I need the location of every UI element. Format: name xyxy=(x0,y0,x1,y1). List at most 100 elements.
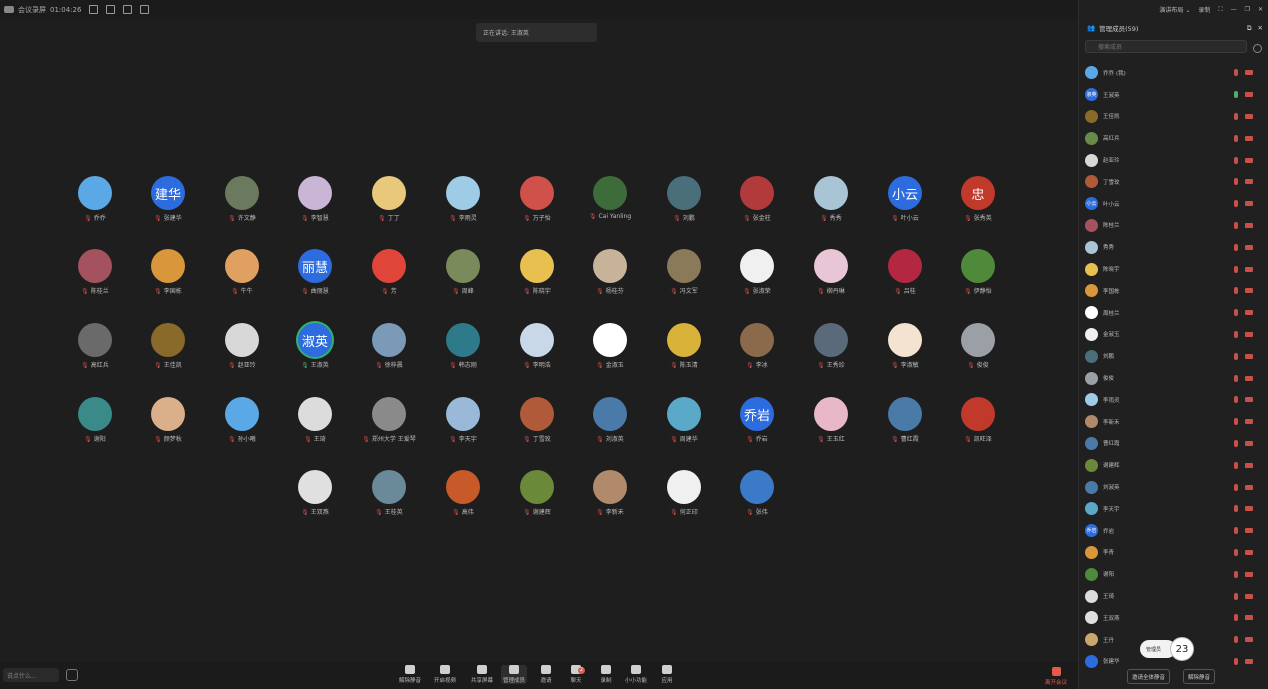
participant-tile[interactable]: 🎙 乔乔 xyxy=(65,176,125,222)
member-camera-icon[interactable] xyxy=(1245,288,1253,294)
member-mic-icon[interactable] xyxy=(1234,592,1238,600)
share-screen-button[interactable]: 共享屏幕 xyxy=(469,665,495,684)
participant-tile[interactable]: 🎙 牛牛 xyxy=(212,249,272,295)
expand-icon[interactable] xyxy=(106,5,116,14)
member-row[interactable]: 王佳凯 xyxy=(1079,106,1268,128)
member-row[interactable]: 李新禾 xyxy=(1079,411,1268,433)
member-row[interactable]: 淑英 王淑英 xyxy=(1079,84,1268,106)
record-button[interactable]: 录制 xyxy=(593,665,619,684)
member-row[interactable]: 刘淑英 xyxy=(1079,476,1268,498)
member-row[interactable]: 李雨灵 xyxy=(1079,389,1268,411)
member-mic-icon[interactable] xyxy=(1234,374,1238,382)
participant-tile[interactable]: 🎙 孙小曦 xyxy=(212,397,272,443)
participant-tile[interactable]: 🎙 韩志刚 xyxy=(433,323,493,369)
chat-button[interactable]: 聊天 2 xyxy=(563,665,589,684)
member-camera-icon[interactable] xyxy=(1245,506,1253,512)
member-row[interactable]: 乔岩 乔岩 xyxy=(1079,520,1268,542)
member-mic-icon[interactable] xyxy=(1234,265,1238,273)
member-row[interactable]: 陈桂兰 xyxy=(1079,215,1268,237)
member-camera-icon[interactable] xyxy=(1245,331,1253,337)
more-button[interactable]: 应用 xyxy=(654,665,680,684)
participant-tile[interactable]: 🎙 谢阳 xyxy=(65,397,125,443)
close-icon[interactable]: ✕ xyxy=(1258,6,1263,13)
signal-icon[interactable] xyxy=(89,5,99,14)
participant-tile[interactable]: 忠 🎙 张秀英 xyxy=(948,176,1008,222)
member-row[interactable]: 刘鹏 xyxy=(1079,345,1268,367)
member-mic-icon[interactable] xyxy=(1234,657,1238,665)
member-row[interactable]: 谢建辉 xyxy=(1079,454,1268,476)
member-row[interactable]: 金淑玉 xyxy=(1079,324,1268,346)
participant-tile[interactable]: 🎙 秀秀 xyxy=(801,176,861,222)
count-badge[interactable]: 23 xyxy=(1170,637,1194,661)
participant-tile[interactable]: 🎙 许文静 xyxy=(212,176,272,222)
participant-tile[interactable]: 🎙 刘鹏 xyxy=(654,176,714,222)
member-camera-icon[interactable] xyxy=(1245,266,1253,272)
participant-tile[interactable]: 🎙 高伟 xyxy=(433,470,493,516)
participant-tile[interactable]: 🎙 周建华 xyxy=(654,397,714,443)
member-row[interactable]: 曹红霞 xyxy=(1079,433,1268,455)
layout-toggle[interactable]: 演讲布局 ⌄ xyxy=(1159,5,1190,14)
member-mic-icon[interactable] xyxy=(1234,461,1238,469)
participant-tile[interactable]: 🎙 李冰 xyxy=(727,323,787,369)
restore-icon[interactable]: ❐ xyxy=(1245,6,1250,13)
participant-tile[interactable]: 淑英 🎙 王淑英 xyxy=(285,323,345,369)
member-camera-icon[interactable] xyxy=(1245,571,1253,577)
unmute-button[interactable]: 解除静音 xyxy=(397,665,423,684)
member-mic-icon[interactable] xyxy=(1234,330,1238,338)
participant-tile[interactable]: 🎙 李国栋 xyxy=(138,249,198,295)
member-mic-icon[interactable] xyxy=(1234,112,1238,120)
participant-tile[interactable]: 🎙 王佳凯 xyxy=(138,323,198,369)
member-mic-icon[interactable] xyxy=(1234,352,1238,360)
unmute-all-button[interactable]: 解除静音 xyxy=(1183,669,1216,684)
member-camera-icon[interactable] xyxy=(1245,201,1253,207)
invite-button[interactable]: 邀请 xyxy=(533,665,559,684)
member-row[interactable]: 丁雪玫 xyxy=(1079,171,1268,193)
member-mic-icon[interactable] xyxy=(1234,483,1238,491)
participant-tile[interactable]: 🎙 俊俊 xyxy=(948,323,1008,369)
member-row[interactable]: 谢阳 xyxy=(1079,563,1268,585)
participant-tile[interactable]: 🎙 高红兵 xyxy=(65,323,125,369)
member-camera-icon[interactable] xyxy=(1245,92,1253,98)
participant-tile[interactable]: 🎙 曹红霞 xyxy=(875,397,935,443)
member-camera-icon[interactable] xyxy=(1245,179,1253,185)
member-camera-icon[interactable] xyxy=(1245,419,1253,425)
member-row[interactable]: 王琦 xyxy=(1079,585,1268,607)
member-mic-icon[interactable] xyxy=(1234,200,1238,208)
participant-tile[interactable]: 🎙 陈桂兰 xyxy=(65,249,125,295)
participant-tile[interactable]: 🎙 周峰 xyxy=(433,249,493,295)
member-camera-icon[interactable] xyxy=(1245,113,1253,119)
member-mic-icon[interactable] xyxy=(1234,309,1238,317)
participant-tile[interactable]: 🎙 Cai Yanling xyxy=(580,176,640,220)
participant-tile[interactable]: 🎙 李天宇 xyxy=(433,397,493,443)
member-mic-icon[interactable] xyxy=(1234,243,1238,251)
member-camera-icon[interactable] xyxy=(1245,375,1253,381)
member-row[interactable]: 李青 xyxy=(1079,542,1268,564)
member-camera-icon[interactable] xyxy=(1245,615,1253,621)
participant-tile[interactable]: 🎙 徐梓晨 xyxy=(359,323,419,369)
participant-tile[interactable]: 🎙 张伟 xyxy=(727,470,787,516)
member-mic-icon[interactable] xyxy=(1234,221,1238,229)
minimize-icon[interactable]: — xyxy=(1231,6,1237,13)
say-something-input[interactable]: 说点什么... xyxy=(3,668,59,682)
member-mic-icon[interactable] xyxy=(1234,91,1238,99)
member-row[interactable]: 王双燕 xyxy=(1079,607,1268,629)
member-camera-icon[interactable] xyxy=(1245,353,1253,359)
participant-tile[interactable]: 小云 🎙 叶小云 xyxy=(875,176,935,222)
apps-button[interactable]: 小小功能 xyxy=(623,665,649,684)
participant-tile[interactable]: 乔岩 🎙 乔岩 xyxy=(727,397,787,443)
participant-tile[interactable]: 🎙 郑州大学 王爱琴 xyxy=(359,397,419,443)
participant-tile[interactable]: 🎙 芳 xyxy=(359,249,419,295)
member-camera-icon[interactable] xyxy=(1245,440,1253,446)
member-row[interactable]: 乔乔 (我) xyxy=(1079,62,1268,84)
participant-tile[interactable]: 丽慧 🎙 曲丽慧 xyxy=(285,249,345,295)
participant-tile[interactable]: 🎙 丁丁 xyxy=(359,176,419,222)
member-mic-icon[interactable] xyxy=(1234,636,1238,644)
member-row[interactable]: 俊俊 xyxy=(1079,367,1268,389)
participant-tile[interactable]: 🎙 王秀珍 xyxy=(801,323,861,369)
participant-tile[interactable]: 🎙 张淑荣 xyxy=(727,249,787,295)
participant-tile[interactable]: 🎙 王双燕 xyxy=(285,470,345,516)
leave-meeting-button[interactable]: 离开会议 xyxy=(1043,667,1069,686)
member-camera-icon[interactable] xyxy=(1245,310,1253,316)
member-camera-icon[interactable] xyxy=(1245,222,1253,228)
member-camera-icon[interactable] xyxy=(1245,528,1253,534)
